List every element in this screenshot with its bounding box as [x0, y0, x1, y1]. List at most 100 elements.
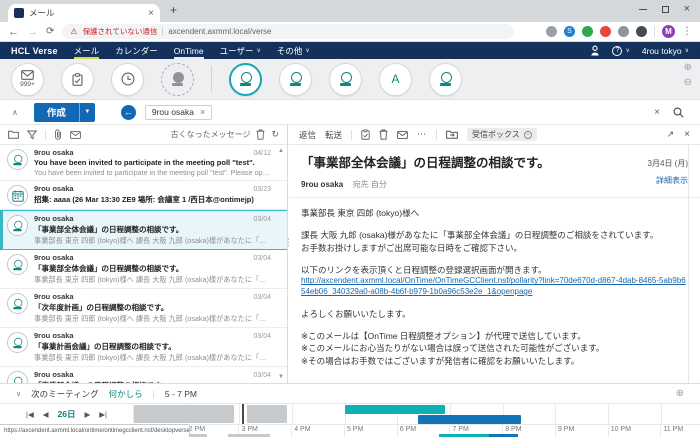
scroll-down-icon[interactable]: ▼: [278, 374, 284, 380]
chip-close-icon[interactable]: ×: [200, 107, 205, 117]
meeting-subject-link[interactable]: 何かしら: [109, 388, 143, 400]
first-day-icon[interactable]: |◀: [26, 410, 34, 419]
trash-icon[interactable]: [256, 129, 265, 140]
busy-time-block[interactable]: [418, 415, 521, 424]
poll-link[interactable]: http://axcendent.axmml.local/OnTime/OnTi…: [301, 276, 688, 298]
browser-back-icon[interactable]: ←: [8, 26, 19, 38]
busy-time-block[interactable]: [134, 405, 234, 423]
window-close-icon[interactable]: ×: [684, 4, 690, 15]
compose-button[interactable]: 作成: [34, 103, 79, 122]
list-item[interactable]: 9rou osaka03/04「事業部全体会議」の日程調整の相談です。事業部長 …: [0, 250, 287, 289]
refresh-icon[interactable]: ↻: [271, 130, 279, 139]
details-link[interactable]: 詳細表示: [648, 175, 688, 186]
current-time-indicator[interactable]: [242, 404, 244, 424]
extension-3-icon[interactable]: [582, 26, 593, 37]
search-icon[interactable]: [673, 107, 684, 118]
unread-filter-icon[interactable]: [70, 131, 81, 139]
brand-logo[interactable]: HCL Verse: [11, 46, 58, 56]
more-actions-icon[interactable]: ⋯: [417, 129, 427, 140]
exit-search-button[interactable]: ←: [121, 105, 136, 120]
avatar-letter[interactable]: A: [379, 63, 412, 96]
window-minimize-icon[interactable]: [639, 9, 647, 10]
security-warning-icon[interactable]: ⚠: [70, 28, 77, 36]
filter-icon[interactable]: [27, 130, 37, 140]
browser-tab[interactable]: メール ×: [8, 4, 160, 22]
item-date: 04/12: [253, 150, 271, 157]
scroll-up-icon[interactable]: ▲: [278, 148, 284, 154]
new-tab-button[interactable]: +: [170, 3, 177, 17]
timeline-grid[interactable]: [133, 404, 700, 424]
mark-done-icon[interactable]: [361, 129, 370, 140]
timeline-date[interactable]: 26日: [58, 408, 76, 420]
list-item[interactable]: 9rou osaka03/04「事業計画会議」の日程調整の相談です。事業部長 東…: [0, 328, 287, 367]
last-day-icon[interactable]: ▶|: [99, 410, 107, 419]
tab-users[interactable]: ユーザー∨: [220, 42, 261, 59]
compose-dropdown-icon[interactable]: ▼: [79, 103, 95, 122]
old-messages-label[interactable]: 古くなったメッセージ: [171, 129, 251, 140]
extension-5-icon[interactable]: [618, 26, 629, 37]
forward-button[interactable]: 転送: [325, 129, 342, 141]
tab-ontime[interactable]: OnTime: [174, 42, 204, 59]
recent-shortcut[interactable]: [111, 63, 144, 96]
extension-6-icon[interactable]: [636, 26, 647, 37]
tab-calendar[interactable]: カレンダー: [115, 42, 158, 59]
remove-folder-icon[interactable]: −: [524, 131, 532, 139]
folder-icon[interactable]: [8, 130, 19, 139]
tab-close-icon[interactable]: ×: [148, 8, 154, 19]
help-menu[interactable]: ? ∨: [612, 46, 629, 56]
busy-time-block[interactable]: [247, 405, 286, 423]
browser-forward-icon[interactable]: →: [27, 26, 38, 38]
list-item[interactable]: 9rou osaka03/23招集: aaaa (26 Mar 13:30 ZE…: [0, 181, 287, 210]
timeline-options-icon[interactable]: ⊕: [676, 388, 684, 399]
hour-label: 5 PM: [347, 426, 363, 433]
avatar-person[interactable]: [279, 63, 312, 96]
close-message-icon[interactable]: ×: [684, 129, 690, 140]
window-maximize-icon[interactable]: [662, 6, 669, 13]
avatar-person[interactable]: [429, 63, 462, 96]
mark-unread-icon[interactable]: [397, 131, 408, 139]
list-item[interactable]: 9rou osaka04/12You have been invited to …: [0, 145, 287, 181]
inbox-shortcut[interactable]: 999+: [11, 63, 44, 96]
move-to-folder-icon[interactable]: [446, 130, 458, 139]
tab-mail[interactable]: メール: [74, 42, 100, 59]
collapse-bar-icon[interactable]: ∧: [12, 108, 18, 117]
avatar-person[interactable]: [229, 63, 262, 96]
hour-label: 3 PM: [241, 426, 257, 433]
message-sender[interactable]: 9rou osaka: [301, 180, 343, 189]
folder-chip[interactable]: 受信ボックス −: [467, 128, 537, 141]
pane-splitter-handle[interactable]: ⋮: [284, 237, 293, 248]
url-field[interactable]: ⚠ 保護されていない通信 axcendent.axmml.local/verse: [62, 24, 514, 39]
prev-day-icon[interactable]: ◀: [43, 410, 49, 419]
browser-profile-avatar[interactable]: M: [662, 25, 675, 38]
tab-favicon-icon: [14, 8, 24, 18]
item-sender: 9rou osaka: [34, 370, 249, 379]
zoom-out-icon[interactable]: ⊖: [684, 78, 692, 88]
reply-button[interactable]: 返信: [299, 129, 316, 141]
expand-icon[interactable]: ↗: [667, 129, 675, 140]
message-subject: 「事業部全体会議」の日程調整の相談です。: [301, 152, 688, 171]
reading-scrollbar[interactable]: [688, 145, 689, 383]
list-item[interactable]: 9rou osaka03/04「事業部会議」の日程調整の相談です。事業部長 東京…: [0, 367, 287, 383]
user-menu[interactable]: 4rou tokyo ∨: [642, 46, 689, 56]
busytime-icon[interactable]: [590, 45, 600, 56]
delete-icon[interactable]: [379, 129, 388, 140]
browser-menu-icon[interactable]: ⋮: [682, 26, 692, 37]
extension-1-icon[interactable]: [546, 26, 557, 37]
collapse-timeline-icon[interactable]: ∨: [16, 390, 21, 398]
avatar-person[interactable]: [329, 63, 362, 96]
add-important-contact-button[interactable]: [161, 63, 194, 96]
person-icon: [289, 72, 302, 86]
extension-2-icon[interactable]: S: [564, 26, 575, 37]
browser-reload-icon[interactable]: ⟳: [46, 26, 54, 37]
tab-more[interactable]: その他∨: [277, 42, 310, 59]
tasks-shortcut[interactable]: [61, 63, 94, 96]
search-filter-chip[interactable]: 9rou osaka ×: [145, 105, 212, 120]
clear-search-icon[interactable]: ×: [654, 107, 660, 118]
attachment-filter-icon[interactable]: [54, 129, 62, 140]
zoom-in-icon[interactable]: ⊕: [684, 63, 692, 73]
busy-time-block[interactable]: [345, 405, 445, 414]
next-day-icon[interactable]: ▶: [84, 410, 90, 419]
list-item[interactable]: 9rou osaka03/04「事業部全体会議」の日程調整の相談です。事業部長 …: [0, 210, 287, 250]
list-item[interactable]: 9rou osaka03/04「次年度計画」の日程調整の相談です。事業部長 東京…: [0, 289, 287, 328]
extension-4-icon[interactable]: [600, 26, 611, 37]
